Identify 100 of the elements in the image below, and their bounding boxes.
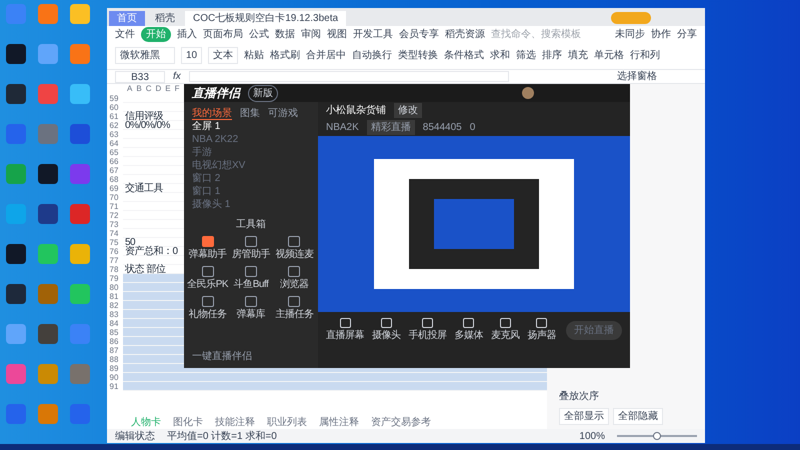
desktop-app-icon[interactable] <box>38 204 58 224</box>
row-header[interactable]: 90 <box>107 373 121 382</box>
column-header[interactable]: D <box>155 84 162 94</box>
name-box[interactable]: B33 <box>115 70 165 82</box>
row-header[interactable]: 73 <box>107 220 121 229</box>
ribbon-button[interactable]: 格式刷 <box>270 48 300 63</box>
tool-button[interactable]: 弹幕库 <box>229 296 273 322</box>
column-header[interactable]: B <box>136 84 142 94</box>
tool-button[interactable]: 主播任务 <box>272 296 316 322</box>
row-header[interactable]: 61 <box>107 112 121 121</box>
desktop-app-icon[interactable] <box>38 164 58 184</box>
row-header[interactable]: 64 <box>107 139 121 148</box>
slider-thumb[interactable] <box>653 432 661 440</box>
ribbon-button[interactable]: 类型转换 <box>398 48 438 63</box>
source-button[interactable]: 手机投屏 <box>408 318 446 342</box>
row-header[interactable]: 66 <box>107 157 121 166</box>
sheet-tab[interactable]: 人物卡 <box>131 415 161 430</box>
column-header[interactable]: C <box>146 84 152 94</box>
scene-item[interactable]: 窗口 1 <box>184 185 318 198</box>
row-header[interactable]: 75 <box>107 238 121 247</box>
ribbon-button[interactable]: 筛选 <box>516 48 536 63</box>
row-header[interactable]: 63 <box>107 130 121 139</box>
row-header[interactable]: 74 <box>107 229 121 238</box>
ribbon-button[interactable]: 自动换行 <box>352 48 392 63</box>
menu-tab[interactable]: 审阅 <box>301 26 321 42</box>
source-button[interactable]: 直播屏幕 <box>326 318 364 342</box>
row-header[interactable]: 76 <box>107 247 121 256</box>
scene-tab[interactable]: 可游戏 <box>268 106 298 120</box>
avatar-icon[interactable] <box>522 87 534 99</box>
menu-tab[interactable]: 公式 <box>249 26 269 42</box>
row-header[interactable]: 69 <box>107 184 121 193</box>
sheet-tab[interactable]: 属性注释 <box>319 415 359 430</box>
row-header[interactable]: 79 <box>107 274 121 283</box>
menu-tab[interactable]: 视图 <box>327 26 347 42</box>
member-badge[interactable] <box>611 12 651 24</box>
font-size-select[interactable]: 10 <box>181 47 202 64</box>
menu-tab[interactable]: 插入 <box>177 26 197 42</box>
row-header[interactable]: 67 <box>107 166 121 175</box>
row-header[interactable]: 82 <box>107 301 121 310</box>
tool-button[interactable]: 房管助手 <box>229 236 273 262</box>
tool-button[interactable]: 全民乐PK <box>186 266 230 292</box>
pane-button[interactable]: 全部隐藏 <box>613 408 663 425</box>
tool-button[interactable]: 礼物任务 <box>186 296 230 322</box>
edit-button[interactable]: 修改 <box>394 103 422 118</box>
source-button[interactable]: 扬声器 <box>528 318 556 342</box>
menu-tab[interactable]: 数据 <box>275 26 295 42</box>
scene-item[interactable]: 窗口 2 <box>184 172 318 185</box>
row-header[interactable]: 89 <box>107 364 121 373</box>
toolbar-link[interactable]: 协作 <box>651 26 671 42</box>
number-format-select[interactable]: 文本 <box>208 47 238 64</box>
search-field[interactable]: 查找命令、搜索模板 <box>491 26 601 42</box>
tool-button[interactable]: 视频连麦 <box>272 236 316 262</box>
scene-tab[interactable]: 图集 <box>240 106 260 120</box>
row-header[interactable]: 85 <box>107 328 121 337</box>
row-header[interactable]: 68 <box>107 175 121 184</box>
row-header[interactable]: 72 <box>107 211 121 220</box>
row-header[interactable]: 87 <box>107 346 121 355</box>
row-header[interactable]: 86 <box>107 337 121 346</box>
scene-tab[interactable]: 我的场景 <box>192 106 232 120</box>
ribbon-button[interactable]: 条件格式 <box>444 48 484 63</box>
row-header[interactable]: 91 <box>107 382 121 391</box>
scene-item[interactable]: NBA 2K22 <box>184 133 318 146</box>
column-header[interactable]: A <box>127 84 132 94</box>
sheet-tab[interactable]: 技能注释 <box>215 415 255 430</box>
row-header[interactable]: 84 <box>107 319 121 328</box>
sheet-tab[interactable]: 资产交易参考 <box>371 415 431 430</box>
ribbon-button[interactable]: 求和 <box>490 48 510 63</box>
document-tab[interactable]: COC七板规则空白卡19.12.3beta <box>185 11 346 26</box>
ribbon-button[interactable]: 填充 <box>568 48 588 63</box>
scene-item[interactable]: 全屏 1 <box>184 120 318 133</box>
scene-item[interactable]: 电视幻想XV <box>184 159 318 172</box>
menu-tab[interactable]: 稻壳资源 <box>445 26 485 42</box>
menu-tab[interactable]: 页面布局 <box>203 26 243 42</box>
row-header[interactable]: 83 <box>107 310 121 319</box>
toolbar-link[interactable]: 分享 <box>677 26 697 42</box>
row-header[interactable]: 77 <box>107 256 121 265</box>
source-button[interactable]: 多媒体 <box>454 318 483 342</box>
zoom-select[interactable]: 100% <box>579 428 605 444</box>
tool-button[interactable]: 弹幕助手 <box>186 236 230 262</box>
row-header[interactable]: 62 <box>107 121 121 130</box>
desktop-app-icon[interactable] <box>6 44 26 64</box>
desktop-app-icon[interactable] <box>38 324 58 344</box>
menu-tab[interactable]: 会员专享 <box>399 26 439 42</box>
column-header[interactable]: E <box>165 84 171 94</box>
ribbon-button[interactable]: 粘贴 <box>244 48 264 63</box>
ribbon-button[interactable]: 排序 <box>542 48 562 63</box>
font-select[interactable]: 微软雅黑 <box>115 47 175 64</box>
game-name[interactable]: NBA2K <box>326 120 359 135</box>
sheet-tab[interactable]: 图化卡 <box>173 415 203 430</box>
row-header[interactable]: 80 <box>107 283 121 292</box>
sheet-tab[interactable]: 职业列表 <box>267 415 307 430</box>
menu-tab[interactable]: 开始 <box>141 26 171 42</box>
formula-bar[interactable] <box>188 71 509 82</box>
ribbon-button[interactable]: 合并居中 <box>306 48 346 63</box>
row-header[interactable]: 81 <box>107 292 121 301</box>
menu-tab[interactable]: 文件 <box>115 26 135 42</box>
tool-button[interactable]: 浏览器 <box>272 266 316 292</box>
desktop-app-icon[interactable] <box>6 284 26 304</box>
desktop-app-icon[interactable] <box>6 244 26 264</box>
source-button[interactable]: 摄像头 <box>372 318 400 342</box>
